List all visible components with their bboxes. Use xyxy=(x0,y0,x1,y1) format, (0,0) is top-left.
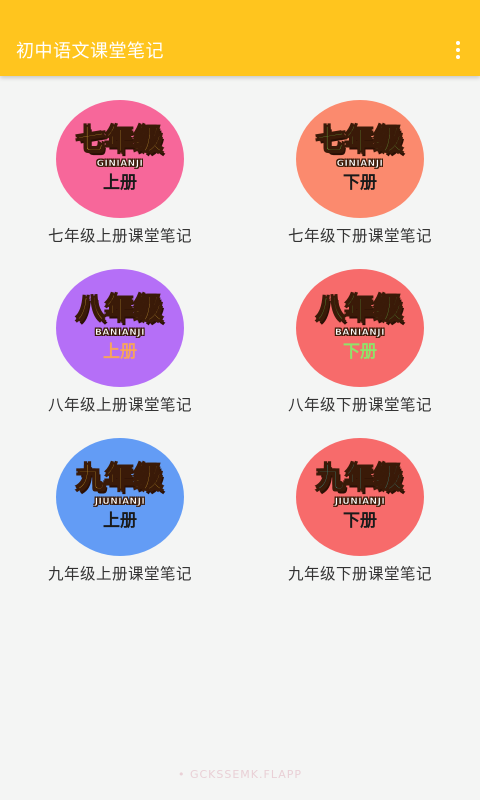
badge-grade-text: 九年级 xyxy=(316,461,404,494)
badge-pinyin-text: BANIANJI xyxy=(335,328,385,338)
grade-badge-circle: 八年级 BANIANJI 上册 xyxy=(56,269,184,387)
app-title: 初中语文课堂笔记 xyxy=(16,41,164,62)
grade-7-vol-2-item[interactable]: 七年级 GINIANJI 下册 七年级下册课堂笔记 xyxy=(240,100,480,269)
badge-grade-text: 八年级 xyxy=(76,292,164,325)
grade-badge-circle: 七年级 GINIANJI 上册 xyxy=(56,100,184,218)
badge-grade-text: 七年级 xyxy=(316,123,404,156)
badge-pinyin-text: GINIANJI xyxy=(336,159,384,169)
notes-grid: 七年级 GINIANJI 上册 七年级上册课堂笔记 七年级 GINIANJI 下… xyxy=(0,100,480,607)
badge-volume-text: 上册 xyxy=(103,511,137,531)
item-label: 七年级下册课堂笔记 xyxy=(287,227,432,245)
badge-volume-text: 下册 xyxy=(343,511,377,531)
item-label: 九年级上册课堂笔记 xyxy=(47,565,192,583)
badge-volume-text: 下册 xyxy=(343,342,377,362)
badge-pinyin-text: BANIANJI xyxy=(95,328,145,338)
footer-watermark-text: • GCKSSEMK.FLAPP xyxy=(177,768,303,781)
badge-volume-text: 下册 xyxy=(343,173,377,193)
grade-7-vol-1-item[interactable]: 七年级 GINIANJI 上册 七年级上册课堂笔记 xyxy=(0,100,240,269)
grade-9-vol-1-item[interactable]: 九年级 JIUNIANJI 上册 九年级上册课堂笔记 xyxy=(0,438,240,607)
grade-badge-circle: 七年级 GINIANJI 下册 xyxy=(296,100,424,218)
badge-volume-text: 上册 xyxy=(103,173,137,193)
grade-badge-circle: 八年级 BANIANJI 下册 xyxy=(296,269,424,387)
badge-pinyin-text: GINIANJI xyxy=(96,159,144,169)
item-label: 八年级上册课堂笔记 xyxy=(47,396,192,414)
app-bar: 初中语文课堂笔记 xyxy=(0,0,480,76)
grade-badge-circle: 九年级 JIUNIANJI 上册 xyxy=(56,438,184,556)
item-label: 七年级上册课堂笔记 xyxy=(47,227,192,245)
more-dot xyxy=(456,41,460,45)
badge-grade-text: 九年级 xyxy=(76,461,164,494)
badge-grade-text: 八年级 xyxy=(316,292,404,325)
item-label: 九年级下册课堂笔记 xyxy=(287,565,432,583)
item-label: 八年级下册课堂笔记 xyxy=(287,396,432,414)
more-dot xyxy=(456,55,460,59)
badge-pinyin-text: JIUNIANJI xyxy=(94,497,146,507)
grade-badge-circle: 九年级 JIUNIANJI 下册 xyxy=(296,438,424,556)
content-area: 七年级 GINIANJI 上册 七年级上册课堂笔记 七年级 GINIANJI 下… xyxy=(0,76,480,800)
grade-9-vol-2-item[interactable]: 九年级 JIUNIANJI 下册 九年级下册课堂笔记 xyxy=(240,438,480,607)
more-dot xyxy=(456,48,460,52)
badge-grade-text: 七年级 xyxy=(76,123,164,156)
grade-8-vol-2-item[interactable]: 八年级 BANIANJI 下册 八年级下册课堂笔记 xyxy=(240,269,480,438)
more-vert-icon[interactable] xyxy=(446,36,470,64)
badge-volume-text: 上册 xyxy=(103,342,137,362)
badge-pinyin-text: JIUNIANJI xyxy=(334,497,386,507)
grade-8-vol-1-item[interactable]: 八年级 BANIANJI 上册 八年级上册课堂笔记 xyxy=(0,269,240,438)
